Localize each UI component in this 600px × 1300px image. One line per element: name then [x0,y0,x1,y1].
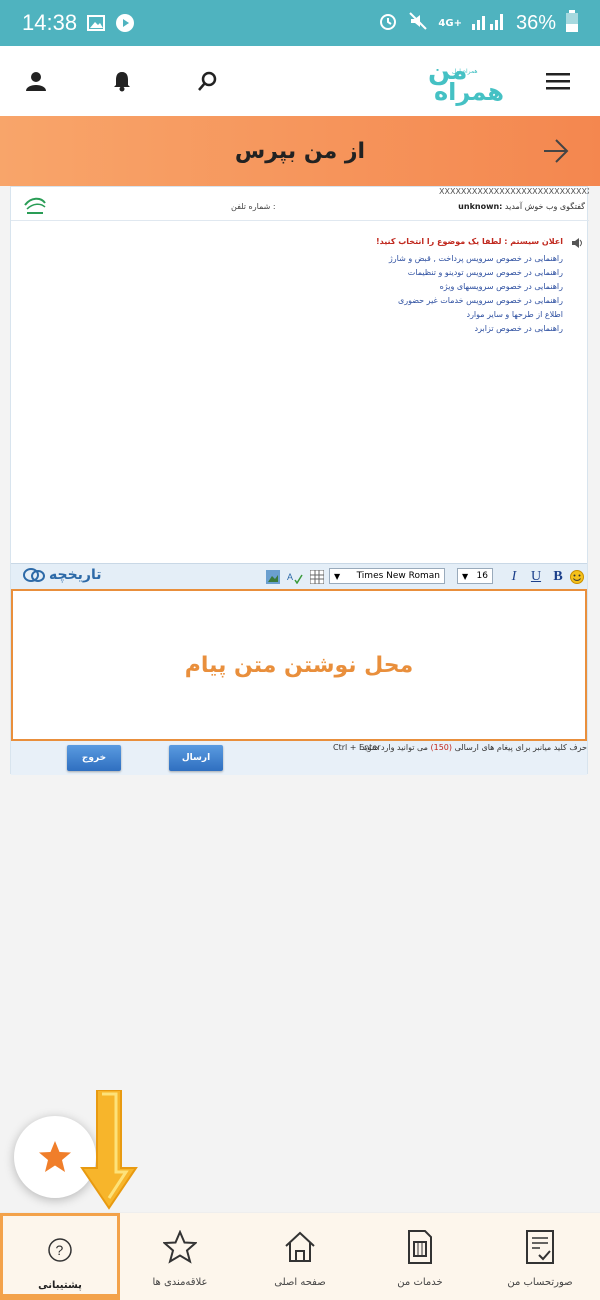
nav-label: خدمات من [397,1277,443,1288]
ask-me-banner[interactable]: از من بپرس [0,116,600,186]
message-placeholder: محل نوشتن متن پیام [184,652,414,678]
dropdown-arrow-icon: ▼ [334,571,341,581]
chat-bubble-icon [23,568,45,582]
message-area: اعلان سیستم : لطفا یک موضوع را انتخاب کن… [11,227,587,336]
status-bar: 14:38 4G+ 36% [0,0,600,46]
font-size-select[interactable]: ▼ 16 [457,568,493,584]
star-outline-icon [160,1227,200,1267]
user-icon[interactable] [24,69,48,93]
notice-text: لطفا یک موضوع را انتخاب کنید! [376,237,502,246]
battery-percent: 36% [515,11,556,34]
char-limit-suffix: حرف کلید میانبر برای پیغام های ارسالی [454,743,587,752]
topic-option[interactable]: راهنمایی در خصوص سرویس خدمات غیر حضوری [11,294,563,308]
logo-text-small: همراه اول [452,68,478,75]
emoji-icon[interactable] [569,568,585,586]
mute-icon [408,11,428,36]
nav-label: صورتحساب من [507,1277,573,1288]
speaker-icon [571,237,583,252]
user-name: unknown: [458,202,503,211]
banner-title: از من بپرس [234,138,366,164]
chat-footer: حرف کلید میانبر برای پیغام های ارسالی (1… [11,741,587,775]
char-limit-count: (150) [430,743,453,752]
system-notice: اعلان سیستم : لطفا یک موضوع را انتخاب کن… [11,237,563,246]
topic-option[interactable]: راهنمایی در خصوص سرویس پرداخت , قبض و شا… [11,252,563,266]
nav-label: پشتیبانی [38,1280,82,1291]
home-icon [280,1227,320,1267]
app-header: من همراه اول همراه [0,46,600,116]
topic-option[interactable]: راهنمایی در خصوص سرویس تودینو و تنظیمات [11,266,563,280]
svg-text:?: ? [56,1242,64,1258]
insert-image-icon[interactable] [265,568,281,586]
menu-icon[interactable] [546,69,572,93]
active-tab-indicator [0,1294,120,1300]
topic-list: راهنمایی در خصوص سرویس پرداخت , قبض و شا… [11,252,563,336]
battery-icon [566,9,578,37]
shortcut-hint: Ctrl + Enter [333,743,381,752]
nav-label: صفحه اصلی [274,1277,326,1288]
help-icon: ? [40,1230,80,1270]
underline-button[interactable]: U [529,568,543,586]
phone-label: شماره تلفن : [231,202,276,211]
topic-option[interactable]: راهنمایی در خصوص تزابرد [11,322,563,336]
font-family-select[interactable]: ▼ Times New Roman [329,568,445,584]
topic-option[interactable]: اطلاع از طرحها و سایر موارد [11,308,564,322]
chat-header: XXXXXXXXXXXXXXXXXXXXXXXXXXXXXXXXX" > unk… [11,187,589,221]
gallery-icon [87,15,106,31]
table-icon[interactable] [309,568,325,586]
dropdown-arrow-icon: ▼ [462,571,469,581]
signal-icon [471,11,506,36]
notice-label: اعلان سیستم : [504,237,563,246]
status-time: 14:38 [22,10,78,35]
italic-button[interactable]: I [507,568,521,586]
spellcheck-icon[interactable]: A [287,568,303,586]
nav-item-favorites[interactable]: علاقه‌مندی ها [120,1213,240,1300]
bold-button[interactable]: B [551,568,565,586]
logo-text-bottom: همراه [434,78,505,106]
arrow-right-icon[interactable] [542,138,570,168]
invoice-icon [520,1227,560,1267]
topic-option[interactable]: راهنمایی در خصوص سرویسهای ویژه [11,280,563,294]
mci-logo-icon [23,195,47,217]
app-logo: من همراه اول همراه [428,56,505,106]
status-right: 4G+ 36% [378,9,578,37]
history-button[interactable]: تاریخچه [23,567,102,583]
svg-text:A: A [287,572,293,582]
bell-icon[interactable] [110,69,134,93]
nav-item-services[interactable]: خدمات من [360,1213,480,1300]
nav-item-home[interactable]: صفحه اصلی [240,1213,360,1300]
chat-header-code: XXXXXXXXXXXXXXXXXXXXXXXXXXXXXXXXX" > [439,187,589,196]
message-input[interactable]: محل نوشتن متن پیام [11,589,587,741]
nav-label: علاقه‌مندی ها [152,1277,208,1288]
play-icon [115,13,135,33]
send-button[interactable]: ارسال [169,745,223,771]
nav-item-support[interactable]: ? پشتیبانی [0,1213,120,1300]
search-icon[interactable] [196,69,220,93]
font-family-value: Times New Roman [356,571,440,581]
chat-window: XXXXXXXXXXXXXXXXXXXXXXXXXXXXXXXXX" > unk… [10,186,589,775]
font-size-value: 16 [476,571,488,581]
exit-button[interactable]: خروج [67,745,121,771]
alarm-icon [378,11,398,36]
welcome-text: unknown: گفتگوی وب خوش آمدید [458,202,585,211]
sim-card-icon [400,1227,440,1267]
history-label: تاریخچه [49,567,102,583]
network-label: 4G+ [438,17,462,29]
editor-toolbar: تاریخچه A ▼ Times New Roman ▼ 16 I U B [11,563,587,589]
nav-item-bills[interactable]: صورتحساب من [480,1213,600,1300]
pointer-arrow-icon [80,1089,138,1210]
star-icon [39,1141,71,1172]
welcome-label: گفتگوی وب خوش آمدید [504,202,585,211]
char-limit-info: حرف کلید میانبر برای پیغام های ارسالی (1… [361,743,587,752]
bottom-navigation: صورتحساب من خدمات من صفحه اصلی علاقه‌مند… [0,1212,600,1300]
